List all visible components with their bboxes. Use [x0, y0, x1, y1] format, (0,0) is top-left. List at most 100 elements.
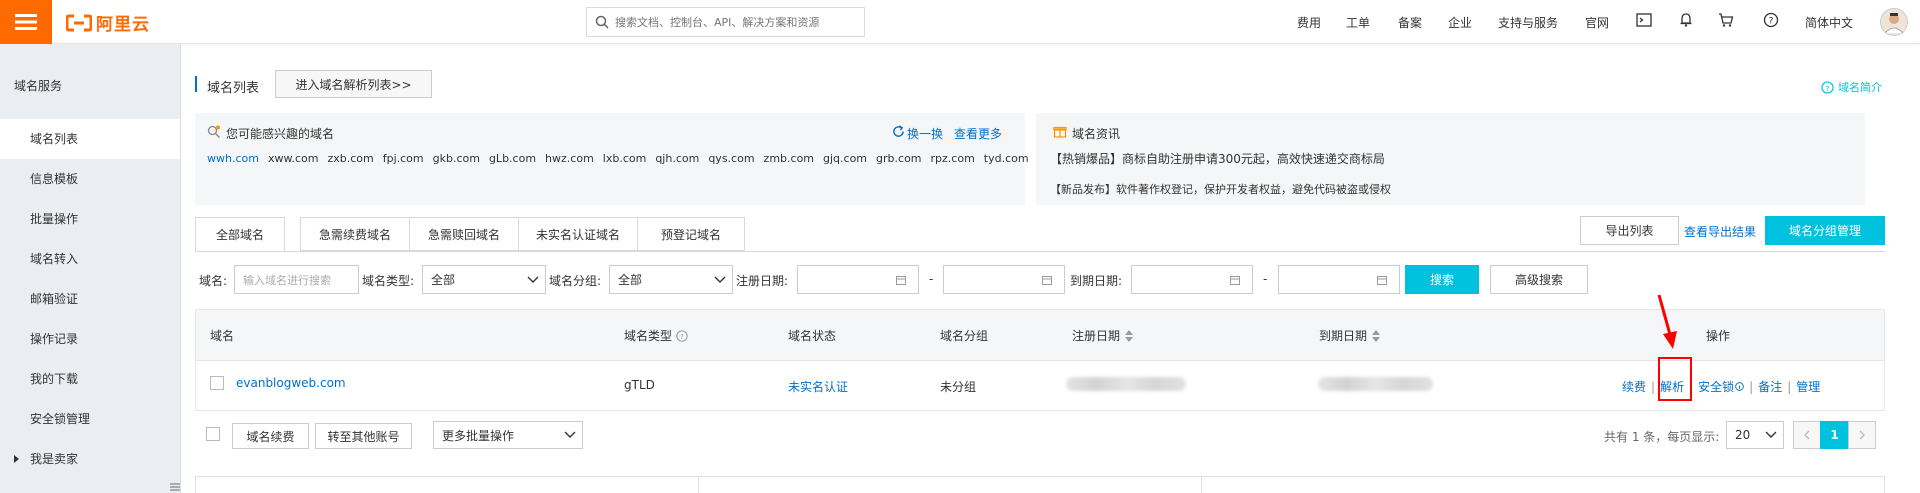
- sidebar-item-seller[interactable]: 我是卖家: [0, 439, 180, 479]
- tab-unverified-domains[interactable]: 未实名认证域名: [518, 217, 638, 251]
- column-domain-type-label: 域名类型: [624, 329, 673, 343]
- row-domain-status-link[interactable]: 未实名认证: [788, 378, 848, 395]
- suggested-domain[interactable]: qjh.com: [655, 152, 699, 165]
- suggested-domain[interactable]: grb.com: [876, 152, 921, 165]
- tab-all-domains[interactable]: 全部域名: [195, 217, 285, 252]
- refresh-link[interactable]: 换一换: [907, 125, 943, 142]
- nav-support[interactable]: 支持与服务: [1498, 14, 1558, 31]
- row-domain-link[interactable]: evanblogweb.com: [236, 376, 346, 390]
- sidebar-item-email-verification[interactable]: 邮箱验证: [0, 279, 180, 319]
- avatar[interactable]: [1880, 8, 1908, 36]
- domain-intro-link[interactable]: ? 域名简介: [1821, 79, 1882, 95]
- search-input[interactable]: [615, 15, 855, 29]
- terminal-icon[interactable]: [1636, 12, 1652, 28]
- page-size-select[interactable]: 20: [1726, 421, 1784, 449]
- resolve-list-button[interactable]: 进入域名解析列表>>: [275, 70, 432, 98]
- suggested-domain[interactable]: wwh.com: [207, 152, 259, 165]
- row-operations: 续费 | 解析 | 安全锁 | 备注 | 管理: [1622, 378, 1820, 395]
- global-search[interactable]: [586, 7, 865, 37]
- sidebar-item-domain-transfer-in[interactable]: 域名转入: [0, 239, 180, 279]
- column-register-date[interactable]: 注册日期: [1072, 327, 1134, 344]
- op-renew-link[interactable]: 续费: [1622, 378, 1646, 395]
- suggested-domain[interactable]: hwz.com: [545, 152, 594, 165]
- sidebar: 域名服务 域名列表 信息模板 批量操作 域名转入 邮箱验证 操作记录 我的下载 …: [0, 44, 180, 493]
- nav-fees[interactable]: 费用: [1297, 14, 1321, 31]
- expire-date-start[interactable]: [1131, 265, 1253, 294]
- next-page-button[interactable]: [1848, 421, 1876, 449]
- help-icon[interactable]: ?: [1763, 12, 1779, 28]
- sidebar-item-my-downloads[interactable]: 我的下载: [0, 359, 180, 399]
- domain-intro-label: 域名简介: [1838, 81, 1882, 94]
- search-suggest-icon: [207, 125, 221, 139]
- nav-enterprise[interactable]: 企业: [1448, 14, 1472, 31]
- search-button[interactable]: 搜索: [1405, 265, 1479, 294]
- select-all-checkbox[interactable]: [206, 427, 220, 441]
- op-note-link[interactable]: 备注: [1758, 378, 1782, 395]
- title-accent-bar: [195, 76, 197, 92]
- cart-icon[interactable]: [1718, 12, 1734, 28]
- op-separator: |: [1749, 379, 1754, 394]
- svg-text:?: ?: [680, 333, 684, 341]
- collapse-sidebar-icon[interactable]: [170, 482, 180, 492]
- expire-date-redacted: [1318, 377, 1433, 391]
- advanced-search-button[interactable]: 高级搜索: [1490, 265, 1588, 294]
- batch-renew-button[interactable]: 域名续费: [232, 423, 309, 449]
- question-circle-icon[interactable]: ?: [676, 329, 688, 342]
- caret-right-icon: [14, 439, 20, 479]
- column-operations: 操作: [1706, 329, 1731, 343]
- suggested-domain[interactable]: gjq.com: [823, 152, 867, 165]
- sidebar-item-domain-list[interactable]: 域名列表: [0, 119, 180, 159]
- suggested-domains: wwh.com xww.com zxb.com fpj.com gkb.com …: [207, 152, 1029, 165]
- tab-urgent-redemption[interactable]: 急需赎回域名: [409, 217, 519, 251]
- sidebar-item-operation-log[interactable]: 操作记录: [0, 319, 180, 359]
- suggested-domain[interactable]: fpj.com: [383, 152, 424, 165]
- register-date-end[interactable]: [943, 265, 1065, 294]
- register-date-start[interactable]: [797, 265, 919, 294]
- language-switch[interactable]: 简体中文: [1805, 14, 1853, 31]
- sidebar-item-security-lock[interactable]: 安全锁管理: [0, 399, 180, 439]
- column-expire-date[interactable]: 到期日期: [1319, 327, 1381, 344]
- tab-urgent-renewal[interactable]: 急需续费域名: [300, 217, 410, 251]
- domain-type-label: 域名类型:: [362, 274, 415, 288]
- hamburger-icon: [15, 14, 37, 30]
- domain-group-manage-button[interactable]: 域名分组管理: [1765, 216, 1885, 245]
- suggested-domain[interactable]: zmb.com: [764, 152, 814, 165]
- view-export-results-link[interactable]: 查看导出结果: [1684, 223, 1756, 240]
- suggested-domain[interactable]: lxb.com: [603, 152, 647, 165]
- op-manage-link[interactable]: 管理: [1796, 378, 1820, 395]
- row-checkbox[interactable]: [210, 376, 224, 390]
- sidebar-item-batch-operation[interactable]: 批量操作: [0, 199, 180, 239]
- domain-type-select[interactable]: 全部: [422, 265, 546, 294]
- batch-operation-select[interactable]: 更多批量操作: [433, 421, 583, 449]
- nav-icp-filing[interactable]: 备案: [1398, 14, 1422, 31]
- menu-button[interactable]: [0, 0, 52, 44]
- tab-pre-registered[interactable]: 预登记域名: [637, 217, 745, 251]
- aliyun-logo[interactable]: 阿里云: [66, 10, 150, 35]
- view-more-link[interactable]: 查看更多: [954, 125, 1002, 142]
- transfer-account-button[interactable]: 转至其他账号: [315, 423, 412, 449]
- expire-date-end[interactable]: [1278, 265, 1400, 294]
- op-security-lock-link[interactable]: 安全锁: [1698, 378, 1734, 395]
- domain-search-input[interactable]: 输入域名进行搜索: [234, 265, 359, 294]
- prev-page-button[interactable]: [1793, 421, 1821, 449]
- suggested-domain[interactable]: rpz.com: [931, 152, 975, 165]
- column-expire-date-label: 到期日期: [1319, 329, 1368, 343]
- suggested-domain[interactable]: xww.com: [268, 152, 318, 165]
- suggested-domain[interactable]: gkb.com: [433, 152, 480, 165]
- nav-official-site[interactable]: 官网: [1585, 14, 1609, 31]
- suggested-domain[interactable]: qys.com: [708, 152, 754, 165]
- bell-icon[interactable]: [1678, 12, 1694, 28]
- calendar-icon: [1042, 275, 1052, 285]
- page-button-current[interactable]: 1: [1820, 421, 1849, 449]
- suggested-domain[interactable]: tyd.com: [984, 152, 1029, 165]
- domain-group-select[interactable]: 全部: [609, 265, 733, 294]
- suggested-domain[interactable]: gLb.com: [489, 152, 536, 165]
- nav-tickets[interactable]: 工单: [1346, 14, 1370, 31]
- news-item[interactable]: 【热销爆品】商标自助注册申请300元起，高效快速递交商标局: [1050, 150, 1385, 167]
- sidebar-item-info-template[interactable]: 信息模板: [0, 159, 180, 199]
- news-item[interactable]: 【新品发布】软件著作权登记，保护开发者权益，避免代码被盗或侵权: [1050, 181, 1391, 197]
- svg-text:?: ?: [1769, 17, 1774, 27]
- chevron-down-icon: [1765, 431, 1777, 438]
- suggested-domain[interactable]: zxb.com: [327, 152, 373, 165]
- export-list-button[interactable]: 导出列表: [1580, 216, 1679, 245]
